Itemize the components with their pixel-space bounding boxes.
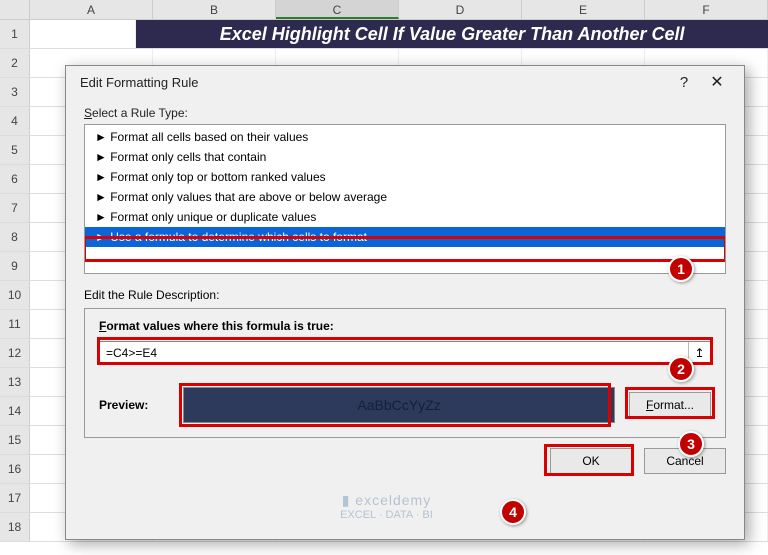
row-header[interactable]: 18 (0, 513, 30, 541)
select-all-corner[interactable] (0, 0, 30, 19)
rule-type-item[interactable]: ► Format only top or bottom ranked value… (85, 167, 725, 187)
row-header[interactable]: 1 (0, 20, 30, 48)
row-header[interactable]: 9 (0, 252, 30, 280)
row-header[interactable]: 7 (0, 194, 30, 222)
col-header-B[interactable]: B (153, 0, 276, 19)
col-header-A[interactable]: A (30, 0, 153, 19)
col-header-F[interactable]: F (645, 0, 768, 19)
edit-rule-description-label: Edit the Rule Description: (84, 288, 726, 302)
row-header[interactable]: 6 (0, 165, 30, 193)
row-header[interactable]: 16 (0, 455, 30, 483)
rule-type-item-selected[interactable]: ► Use a formula to determine which cells… (85, 227, 725, 247)
row-header[interactable]: 13 (0, 368, 30, 396)
dialog-titlebar[interactable]: Edit Formatting Rule ? ✕ (66, 66, 744, 98)
row-header[interactable]: 5 (0, 136, 30, 164)
rule-type-item[interactable]: ► Format only values that are above or b… (85, 187, 725, 207)
rule-type-list[interactable]: ► Format all cells based on their values… (84, 124, 726, 274)
annotation-badge-3: 3 (678, 431, 704, 457)
row-header[interactable]: 14 (0, 397, 30, 425)
edit-formatting-rule-dialog: Edit Formatting Rule ? ✕ Select a Rule T… (65, 65, 745, 540)
row-header[interactable]: 2 (0, 49, 30, 77)
close-icon[interactable]: ✕ (698, 72, 736, 92)
watermark: ▮ exceldemy EXCEL · DATA · BI (340, 492, 433, 521)
format-button[interactable]: Format... (629, 392, 711, 418)
row-header[interactable]: 8 (0, 223, 30, 251)
help-button[interactable]: ? (670, 74, 698, 91)
dialog-footer: OK Cancel (66, 448, 744, 488)
preview-label: Preview: (99, 398, 169, 412)
row-header[interactable]: 11 (0, 310, 30, 338)
annotation-badge-2: 2 (668, 356, 694, 382)
row-header[interactable]: 10 (0, 281, 30, 309)
row-header[interactable]: 3 (0, 78, 30, 106)
ok-button[interactable]: OK (550, 448, 632, 474)
formula-input-wrap: ↥ (99, 341, 711, 365)
cell[interactable] (30, 20, 136, 48)
column-header-row: A B C D E F (0, 0, 768, 20)
col-header-D[interactable]: D (399, 0, 522, 19)
dialog-title: Edit Formatting Rule (80, 75, 670, 90)
title-merged-cell[interactable]: Excel Highlight Cell If Value Greater Th… (136, 20, 768, 48)
formula-title: Format values where this formula is true… (99, 319, 711, 333)
preview-row: Preview: AaBbCcYyZz Format... (99, 387, 711, 423)
row-header[interactable]: 15 (0, 426, 30, 454)
rule-type-item[interactable]: ► Format only cells that contain (85, 147, 725, 167)
select-rule-type-label: Select a Rule Type: (84, 106, 726, 120)
preview-sample: AaBbCcYyZz (183, 387, 615, 423)
annotation-badge-4: 4 (500, 499, 526, 525)
row-header[interactable]: 17 (0, 484, 30, 512)
col-header-E[interactable]: E (522, 0, 645, 19)
rule-description-box: Format values where this formula is true… (84, 308, 726, 438)
row-header[interactable]: 12 (0, 339, 30, 367)
rule-type-item[interactable]: ► Format only unique or duplicate values (85, 207, 725, 227)
annotation-badge-1: 1 (668, 256, 694, 282)
row-header[interactable]: 4 (0, 107, 30, 135)
rule-type-item[interactable]: ► Format all cells based on their values (85, 127, 725, 147)
formula-input[interactable] (100, 342, 688, 364)
col-header-C[interactable]: C (276, 0, 399, 19)
